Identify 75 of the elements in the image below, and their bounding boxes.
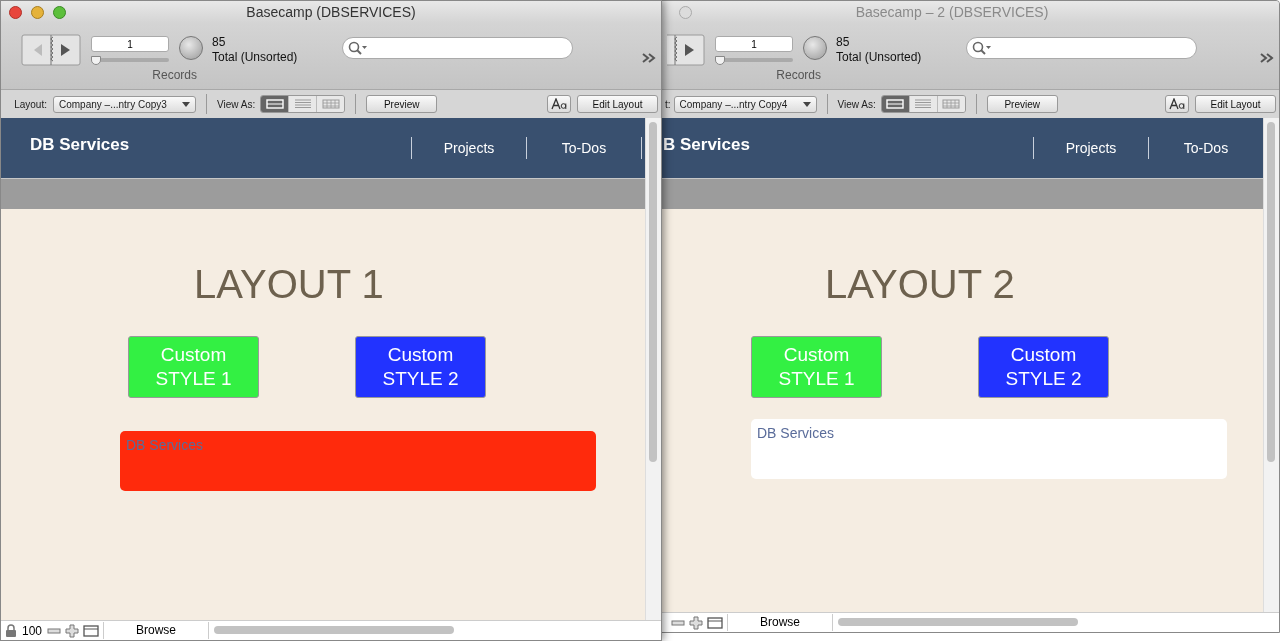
window-icon[interactable]	[83, 623, 99, 638]
view-mode-switch[interactable]	[260, 95, 346, 113]
layout-dropdown[interactable]: Company –...ntry Copy4	[673, 95, 817, 113]
nav-link[interactable]: Projects	[1033, 137, 1148, 159]
mode-label: Browse	[727, 614, 833, 631]
zoom-level[interactable]: 100	[22, 623, 47, 638]
overflow-chevron-icon[interactable]	[1260, 53, 1274, 63]
layout-label: t:	[665, 98, 671, 110]
search-field[interactable]	[966, 37, 1197, 59]
mode-label: Browse	[103, 622, 209, 639]
record-navigation-icon[interactable]	[21, 34, 81, 66]
form-view-icon	[885, 98, 906, 110]
custom-style-button[interactable]: Custom STYLE 2	[978, 336, 1109, 398]
brand-title: DB Services	[29, 135, 130, 155]
preview-button[interactable]: Preview	[366, 95, 438, 113]
window-minimize-button[interactable]	[31, 6, 44, 19]
layout-heading: LAYOUT 2	[825, 261, 1016, 307]
caret-icon	[802, 101, 811, 107]
table-view-icon	[320, 98, 341, 110]
window-close-button[interactable]	[9, 6, 22, 19]
edit-layout-button[interactable]: Edit Layout	[577, 95, 658, 113]
view-mode-switch[interactable]	[880, 95, 966, 113]
edit-layout-button[interactable]: Edit Layout	[1195, 95, 1276, 113]
list-view-button[interactable]	[288, 96, 317, 112]
form-view-icon	[264, 98, 285, 110]
caret-icon	[182, 101, 190, 107]
search-icon	[972, 41, 992, 55]
window-zoom-button[interactable]	[679, 6, 692, 19]
record-number-field[interactable]: 1	[91, 36, 169, 52]
company-name-field[interactable]: DB Services	[751, 419, 1227, 479]
zoom-in-icon[interactable]	[689, 615, 703, 630]
window-icon[interactable]	[707, 615, 723, 630]
list-view-icon	[292, 98, 313, 110]
list-view-icon	[913, 98, 934, 110]
search-icon	[348, 41, 368, 55]
font-icon	[551, 98, 567, 110]
nav-link[interactable]: To-Dos	[526, 137, 641, 159]
form-view-button[interactable]	[261, 96, 289, 112]
record-pie-icon	[179, 36, 203, 60]
table-view-button[interactable]	[316, 96, 345, 112]
record-slider[interactable]	[715, 58, 793, 62]
record-pie-icon	[803, 36, 827, 60]
vertical-scrollbar[interactable]	[1263, 118, 1279, 612]
found-count: 85	[212, 35, 227, 50]
table-view-icon	[941, 98, 962, 110]
view-as-label: View As:	[217, 98, 256, 110]
vertical-scrollbar[interactable]	[645, 118, 661, 620]
formatting-bar-button[interactable]	[1165, 95, 1189, 113]
records-label: Records	[152, 68, 197, 82]
formatting-bar-button[interactable]	[547, 95, 571, 113]
layout-heading: LAYOUT 1	[194, 261, 385, 307]
total-label: Total (Unsorted)	[836, 50, 923, 65]
total-label: Total (Unsorted)	[212, 50, 299, 65]
font-icon	[1169, 98, 1185, 110]
window-zoom-button[interactable]	[53, 6, 66, 19]
found-count: 85	[836, 35, 851, 50]
record-number-field[interactable]: 1	[715, 36, 793, 52]
custom-style-button[interactable]: Custom STYLE 2	[355, 336, 486, 398]
layout-dropdown[interactable]: Company –...ntry Copy3	[53, 95, 196, 113]
brand-title: B Services	[662, 135, 750, 155]
preview-button[interactable]: Preview	[986, 95, 1058, 113]
view-as-label: View As:	[837, 98, 876, 110]
form-view-button[interactable]	[881, 96, 909, 112]
zoom-in-icon[interactable]	[65, 623, 79, 638]
records-label: Records	[776, 68, 821, 82]
overflow-chevron-icon[interactable]	[642, 53, 656, 63]
search-field[interactable]	[342, 37, 573, 59]
lock-icon[interactable]	[4, 623, 18, 638]
record-slider[interactable]	[91, 58, 169, 62]
layout-label: Layout:	[13, 98, 47, 110]
window-title: Basecamp (DBSERVICES)	[246, 4, 416, 20]
nav-link[interactable]: Projects	[411, 137, 526, 159]
record-navigation-icon[interactable]	[667, 34, 705, 66]
window-title: Basecamp – 2 (DBSERVICES)	[855, 4, 1049, 20]
list-view-button[interactable]	[908, 96, 937, 112]
